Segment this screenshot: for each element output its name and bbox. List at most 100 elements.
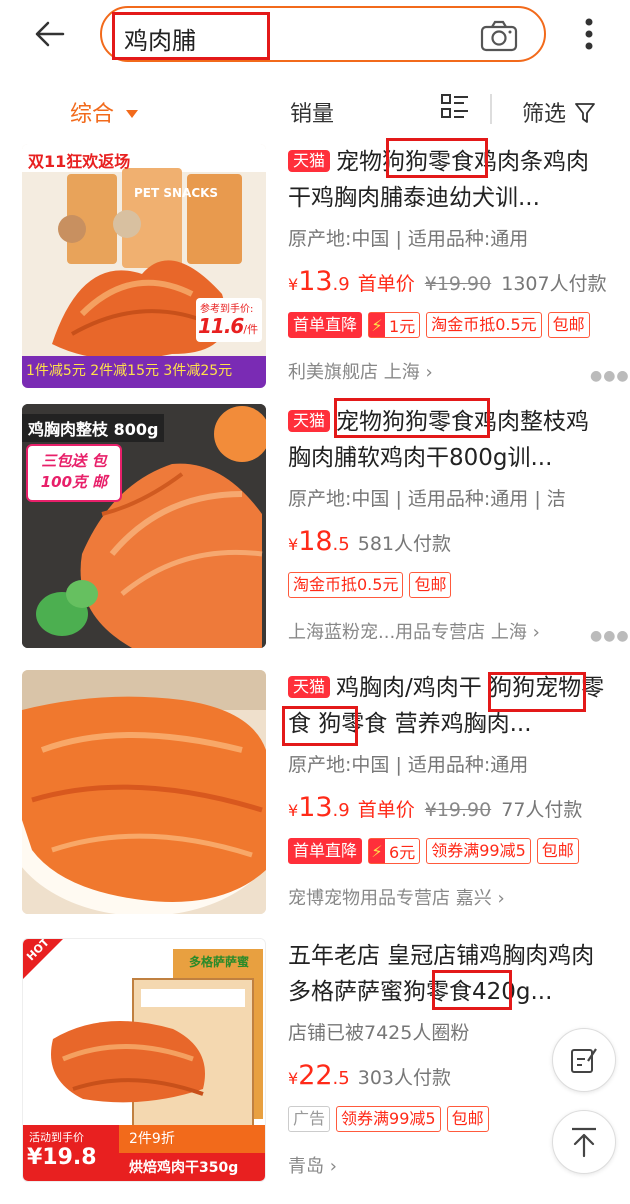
promo-tags: 首单直降 ⚡ 1元 淘金币抵0.5元 包邮: [288, 312, 590, 338]
paid-count: 303人付款: [357, 1067, 451, 1089]
back-arrow-icon[interactable]: [30, 14, 70, 54]
shop-name[interactable]: 宠博宠物用品专营店 嘉兴 ›: [288, 884, 505, 910]
keyword-highlight-box: [282, 706, 358, 746]
price-integer: 22: [298, 1060, 333, 1091]
paid-count: 77人付款: [501, 799, 583, 821]
product-thumbnail-1[interactable]: 双11狂欢返场 PET SNACKS 参考到手价: 11.6/件 1件减5元 2…: [22, 144, 266, 388]
free-shipping-tag: 包邮: [547, 312, 590, 338]
thumb-banner: 鸡胸肉整枝 800g: [22, 414, 165, 442]
shop-followers: 店铺已被7425人圈粉: [288, 1022, 470, 1044]
paid-count: 581人付款: [357, 533, 451, 555]
keyword-highlight-box: [432, 970, 512, 1010]
currency-symbol: ¥: [288, 275, 299, 294]
thumb-brand: 多格萨萨蜜: [189, 955, 250, 969]
arrow-up-icon: [572, 1127, 596, 1158]
free-shipping-tag: 包邮: [536, 838, 579, 864]
discount-amount-tag: ⚡ 1元: [368, 312, 421, 338]
search-query-highlight-box: [112, 12, 270, 60]
product-thumbnail-3[interactable]: [22, 670, 266, 914]
first-order-tag: 首单直降: [288, 312, 363, 338]
price-integer: 18: [298, 526, 333, 557]
more-options-icon[interactable]: [576, 14, 602, 54]
original-price: ¥19.90: [424, 799, 492, 821]
shop-location[interactable]: 青岛 ›: [288, 1152, 337, 1178]
shop-name[interactable]: 利美旗舰店 上海 ›: [288, 358, 433, 384]
product-card-4[interactable]: HOT 多格萨萨蜜 活动到手价 ¥19.8 2件9折 烘焙鸡肉干350g 五年老…: [0, 938, 630, 1204]
price-decimal: .9: [332, 800, 350, 821]
top-bar: 鸡肉脯: [0, 0, 630, 70]
sort-comprehensive[interactable]: 综合: [70, 96, 139, 128]
price-decimal: .9: [332, 274, 350, 295]
product-thumbnail-2[interactable]: 鸡胸肉整枝 800g 三包送 包 100克 邮: [22, 404, 266, 648]
thumb-event-box: 活动到手价 ¥19.8: [23, 1125, 119, 1181]
sort-comprehensive-label: 综合: [70, 102, 115, 127]
price-line: ¥22.5 303人付款: [288, 1060, 451, 1091]
back-to-top-button[interactable]: [552, 1110, 616, 1174]
product-thumbnail-4[interactable]: HOT 多格萨萨蜜 活动到手价 ¥19.8 2件9折 烘焙鸡肉干350g: [22, 938, 266, 1182]
lightning-icon: ⚡: [369, 839, 386, 863]
paid-count: 1307人付款: [501, 273, 607, 295]
search-box[interactable]: 鸡肉脯: [100, 6, 546, 62]
keyword-highlight-box: [334, 398, 490, 438]
price-integer: 13: [298, 266, 333, 297]
coin-tag: 淘金币抵0.5元: [288, 572, 404, 598]
feedback-button[interactable]: [552, 1028, 616, 1092]
more-dots-icon[interactable]: ●●●: [590, 628, 630, 644]
free-shipping-tag: 包邮: [409, 572, 452, 598]
product-card-2[interactable]: 鸡胸肉整枝 800g 三包送 包 100克 邮 天猫 宠物狗狗零食鸡肉整枝鸡胸肉脯…: [0, 398, 630, 670]
thumb-badge-line1: 三包送 包: [41, 452, 107, 470]
thumb-deal: 2件9折: [119, 1125, 265, 1153]
promo-tags: 广告 领券满99减5 包邮: [288, 1106, 489, 1132]
original-price: ¥19.90: [424, 273, 492, 295]
thumb-event-price: ¥19.8: [27, 1145, 97, 1170]
thumb-gift-badge: 三包送 包 100克 邮: [26, 444, 122, 502]
coupon-tag: 领券满99减5: [336, 1106, 441, 1132]
more-dots-icon[interactable]: ●●●: [590, 368, 630, 384]
coupon-tag: 领券满99减5: [426, 838, 531, 864]
thumb-price-row: 11.6/件: [198, 314, 258, 338]
price-line: ¥18.5 581人付款: [288, 526, 451, 557]
filter-button[interactable]: 筛选: [522, 96, 595, 128]
thumb-badge-line2: 100克 邮: [40, 473, 108, 491]
currency-symbol: ¥: [288, 535, 299, 554]
thumb-promo: 1件减5元 2件减15元 3件减25元: [26, 363, 233, 379]
camera-icon[interactable]: [480, 20, 518, 52]
filter-label: 筛选: [522, 102, 567, 127]
sort-sales[interactable]: 销量: [290, 96, 334, 128]
tmall-badge: 天猫: [288, 410, 331, 432]
dropdown-triangle-icon: [126, 110, 139, 118]
keyword-highlight-box: [386, 138, 488, 178]
tmall-badge: 天猫: [288, 676, 331, 698]
ad-tag: 广告: [288, 1106, 331, 1132]
discount-amount-tag: ⚡ 6元: [368, 838, 421, 864]
chicken-jerky-plate-image: [22, 670, 266, 914]
discount-amount: 1元: [389, 317, 416, 336]
product-card-3[interactable]: 天猫 鸡胸肉/鸡肉干 狗狗宠物零食 狗零食 营养鸡胸肉... 原产地:中国 | 适…: [0, 670, 630, 936]
sort-divider: [490, 94, 492, 124]
shop-name[interactable]: 上海蓝粉宠...用品专营店 上海 ›: [288, 618, 540, 644]
tmall-badge: 天猫: [288, 150, 331, 172]
currency-symbol: ¥: [288, 1069, 299, 1088]
thumb-brand: PET SNACKS: [134, 186, 219, 200]
promo-tags: 首单直降 ⚡ 6元 领券满99减5 包邮: [288, 838, 579, 864]
thumb-price-hint: 参考到手价:: [200, 304, 254, 315]
filter-funnel-icon: [575, 103, 595, 123]
price-label: 首单价: [357, 799, 415, 821]
free-shipping-tag: 包邮: [446, 1106, 489, 1132]
list-view-icon[interactable]: [440, 92, 470, 128]
promo-tags: 淘金币抵0.5元 包邮: [288, 572, 452, 598]
coin-tag: 淘金币抵0.5元: [426, 312, 542, 338]
price-line: ¥13.9 首单价 ¥19.90 1307人付款: [288, 266, 607, 297]
product-attributes: 原产地:中国 | 适用品种:通用: [288, 754, 529, 776]
currency-symbol: ¥: [288, 801, 299, 820]
price-integer: 13: [298, 792, 333, 823]
edit-note-icon: [571, 1048, 597, 1073]
product-attributes: 原产地:中国 | 适用品种:通用 | 洁: [288, 488, 566, 510]
product-card-1[interactable]: 双11狂欢返场 PET SNACKS 参考到手价: 11.6/件 1件减5元 2…: [0, 138, 630, 410]
thumb-event-label: 活动到手价: [29, 1131, 84, 1144]
chicken-jerky-image: [22, 144, 266, 388]
price-label: 首单价: [357, 273, 415, 295]
thumb-price-unit: /件: [243, 323, 259, 336]
thumb-price-box: 参考到手价: 11.6/件: [196, 298, 262, 342]
keyword-highlight-box: [488, 672, 586, 712]
